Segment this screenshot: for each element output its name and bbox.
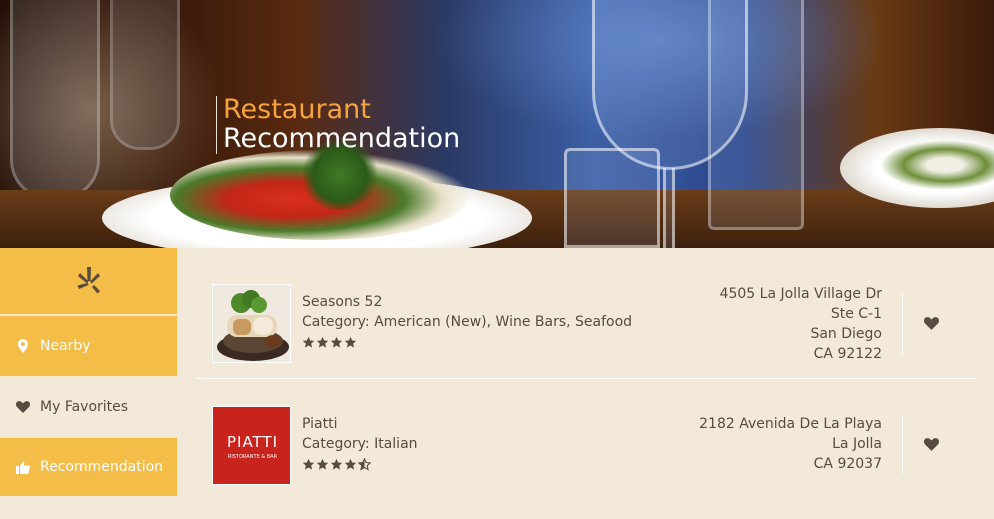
star-icon xyxy=(344,336,357,348)
restaurant-logo-subtext: RISTORANTE & BAR xyxy=(228,454,278,460)
hero-glass xyxy=(110,0,180,150)
hero-glass xyxy=(10,0,100,200)
heart-icon xyxy=(16,400,30,414)
yelp-burst-icon xyxy=(77,267,100,294)
restaurant-logo[interactable]: PIATTI RISTORANTE & BAR xyxy=(212,406,291,485)
star-icon xyxy=(316,458,329,470)
address-line2: Ste C-1 xyxy=(830,306,882,322)
restaurant-list: Seasons 52 Category: American (New), Win… xyxy=(197,248,977,510)
divider xyxy=(902,415,903,475)
sidebar-item-my-favorites[interactable]: My Favorites xyxy=(0,376,177,436)
heart-icon xyxy=(924,317,939,330)
restaurant-info: Piatti Category: Italian xyxy=(302,414,418,474)
page-title-line1: Restaurant xyxy=(223,94,371,125)
restaurant-category: Category: American (New), Wine Bars, Sea… xyxy=(302,314,633,330)
star-icon xyxy=(330,336,343,348)
address-city: San Diego xyxy=(810,326,882,342)
restaurant-info: Seasons 52 Category: American (New), Win… xyxy=(302,292,632,352)
favorite-button[interactable] xyxy=(924,436,940,452)
address-state-zip: CA 92037 xyxy=(813,456,882,472)
map-pin-icon xyxy=(16,339,30,353)
star-icon xyxy=(316,336,329,348)
star-icon xyxy=(330,458,343,470)
page-title-line2: Recommendation xyxy=(223,123,461,154)
sidebar: Nearby My Favorites Recommendation xyxy=(0,248,177,519)
hero-wine-glass-stem xyxy=(663,168,675,248)
heart-icon xyxy=(924,438,939,451)
star-icon xyxy=(302,458,315,470)
star-half-icon xyxy=(358,458,371,471)
restaurant-row[interactable]: PIATTI RISTORANTE & BAR Piatti Category:… xyxy=(197,379,977,510)
sidebar-item-label: Recommendation xyxy=(40,459,164,475)
restaurant-address: 2182 Avenida De La Playa La Jolla CA 920… xyxy=(699,414,882,474)
divider xyxy=(902,294,903,354)
restaurant-address: 4505 La Jolla Village Dr Ste C-1 San Die… xyxy=(720,284,882,364)
restaurant-row[interactable]: Seasons 52 Category: American (New), Win… xyxy=(197,248,977,379)
sidebar-item-recommendation[interactable]: Recommendation xyxy=(0,436,177,496)
hero-glass xyxy=(564,148,660,248)
restaurant-logo-text: PIATTI xyxy=(227,433,278,451)
rating-stars xyxy=(302,458,418,474)
restaurant-name[interactable]: Seasons 52 xyxy=(302,292,632,312)
favorite-button[interactable] xyxy=(924,315,940,331)
address-line1: 4505 La Jolla Village Dr xyxy=(719,286,882,302)
yelp-logo[interactable] xyxy=(0,248,177,316)
restaurant-category: Category: Italian xyxy=(302,436,418,452)
address-line1: 2182 Avenida De La Playa xyxy=(699,416,882,432)
hero-wine-glass xyxy=(592,0,748,170)
rating-stars xyxy=(302,336,632,352)
sidebar-item-label: My Favorites xyxy=(40,399,129,415)
star-icon xyxy=(302,336,315,348)
sidebar-item-nearby[interactable]: Nearby xyxy=(0,316,177,376)
restaurant-photo[interactable] xyxy=(212,284,291,363)
page-title: Restaurant Recommendation xyxy=(216,96,460,154)
sidebar-item-label: Nearby xyxy=(40,338,91,354)
address-state-zip: CA 92122 xyxy=(813,346,882,362)
star-icon xyxy=(344,458,357,470)
hero-banner: Restaurant Recommendation xyxy=(0,0,994,248)
restaurant-name[interactable]: Piatti xyxy=(302,414,418,434)
thumbs-up-icon xyxy=(16,460,30,474)
address-city: La Jolla xyxy=(832,436,882,452)
